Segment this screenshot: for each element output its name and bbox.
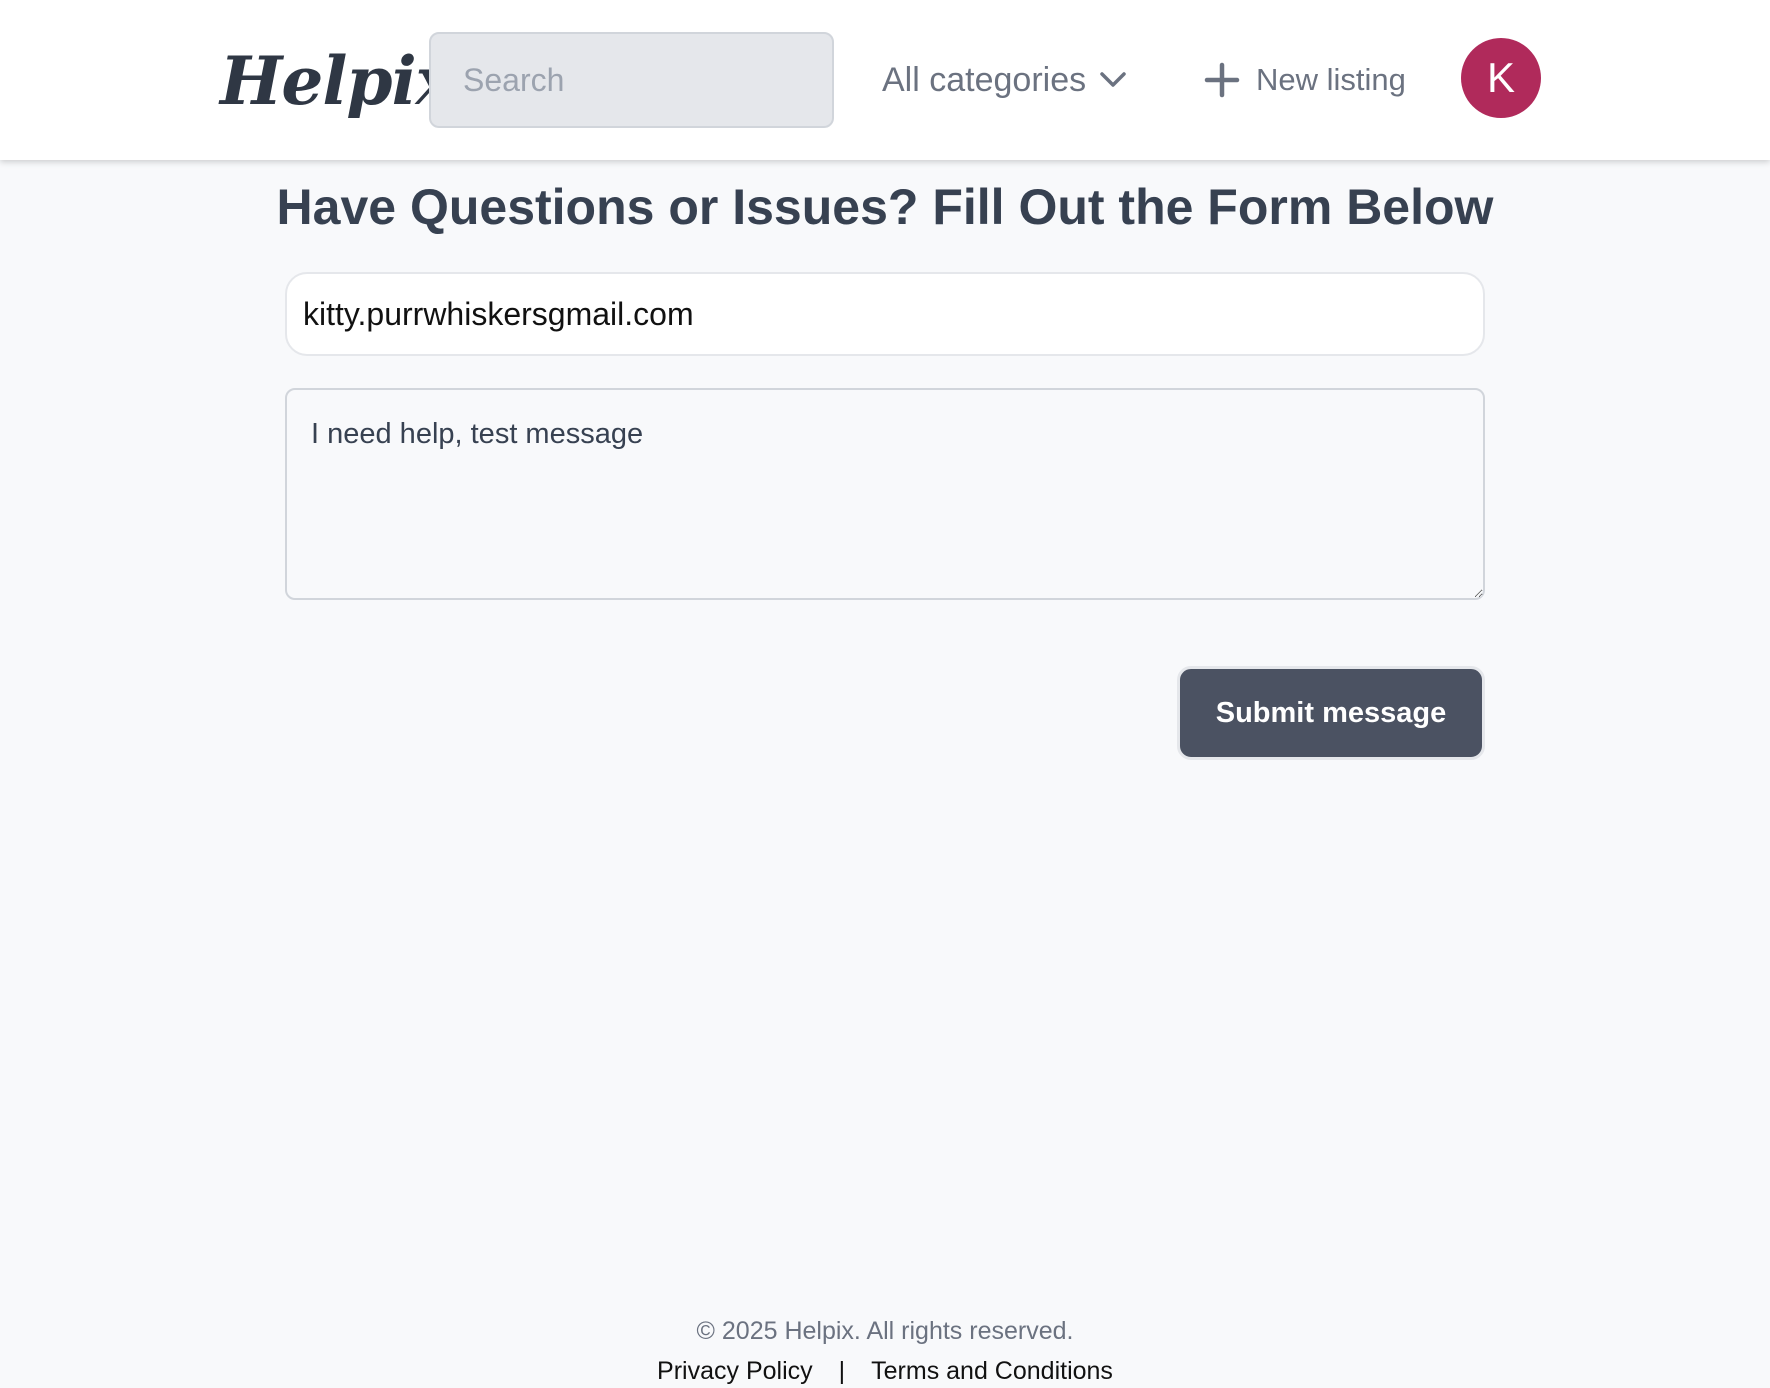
- avatar[interactable]: K: [1461, 38, 1541, 118]
- copyright-text: © 2025 Helpix. All rights reserved.: [696, 1317, 1074, 1345]
- categories-dropdown[interactable]: All categories: [882, 50, 1128, 110]
- terms-link[interactable]: Terms and Conditions: [871, 1354, 1113, 1388]
- avatar-initial: K: [1486, 54, 1515, 101]
- top-navbar: Helpix All categories New listing K: [0, 0, 1770, 160]
- chevron-down-icon: [1100, 72, 1126, 87]
- new-listing-label: New listing: [1256, 62, 1406, 97]
- footer-links: Privacy Policy | Terms and Conditions: [0, 1354, 1770, 1388]
- new-listing-button[interactable]: New listing: [1204, 50, 1406, 110]
- logo[interactable]: Helpix: [220, 38, 455, 124]
- message-field[interactable]: I need help, test message: [285, 388, 1485, 600]
- email-field[interactable]: [285, 272, 1485, 356]
- submit-message-button[interactable]: Submit message: [1177, 666, 1485, 760]
- plus-icon: [1204, 62, 1240, 98]
- categories-label: All categories: [882, 60, 1087, 99]
- footer-separator: |: [838, 1357, 846, 1385]
- privacy-policy-link[interactable]: Privacy Policy: [657, 1354, 813, 1388]
- page-title: Have Questions or Issues? Fill Out the F…: [276, 179, 1494, 235]
- search-input[interactable]: [429, 32, 834, 128]
